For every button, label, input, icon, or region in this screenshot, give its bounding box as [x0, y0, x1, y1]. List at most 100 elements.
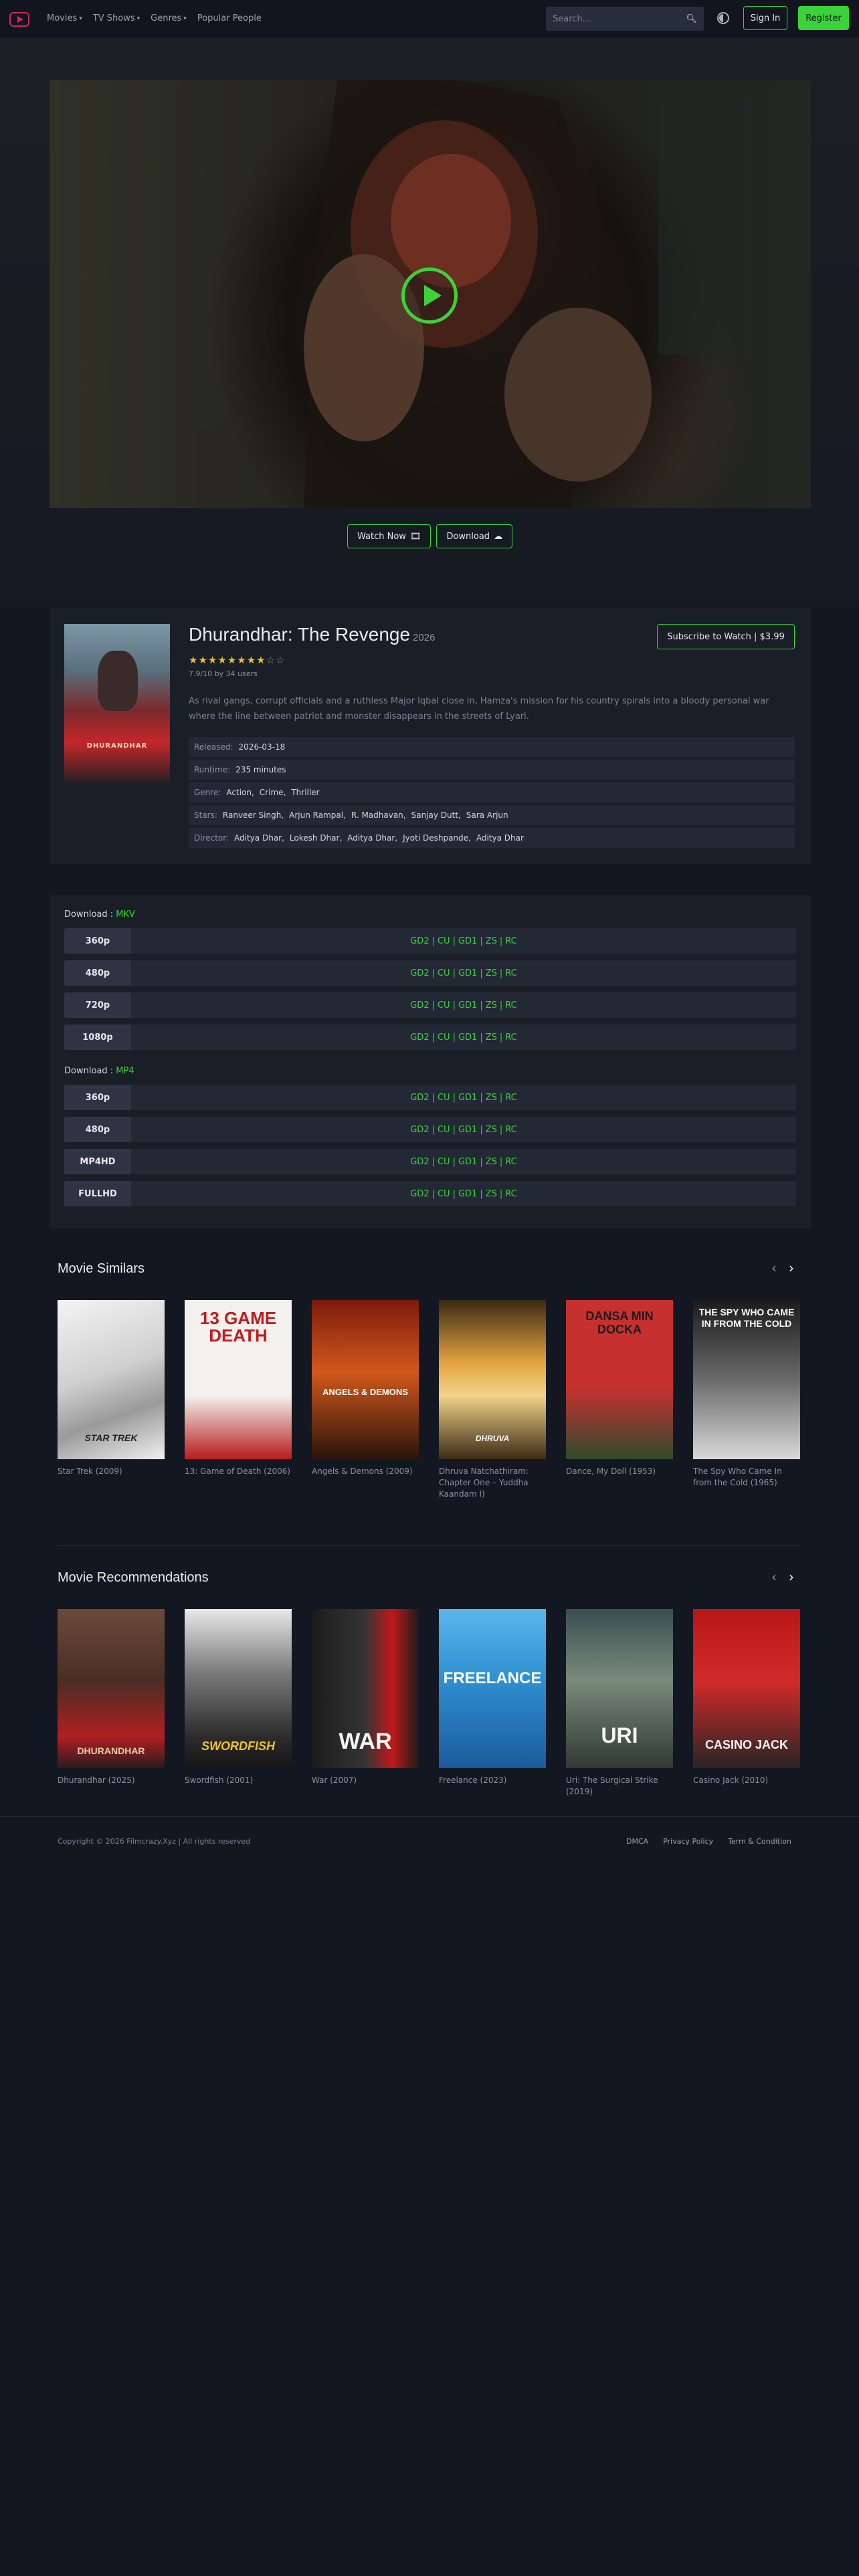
movie-card-poster[interactable]: 13 GAME DEATH	[185, 1300, 292, 1459]
movie-card-title[interactable]: Swordfish (2001)	[185, 1775, 292, 1786]
play-screen-icon[interactable]	[9, 12, 29, 27]
download-link-gd1[interactable]: GD1	[458, 968, 477, 978]
download-link-zs[interactable]: ZS	[486, 1125, 497, 1135]
play-icon[interactable]	[401, 267, 458, 324]
download-link-cu[interactable]: CU	[438, 968, 450, 978]
cast-link[interactable]: Sara Arjun	[466, 811, 508, 820]
download-link-rc[interactable]: RC	[505, 1093, 516, 1103]
director-link[interactable]: Lokesh Dhar,	[290, 833, 342, 843]
download-link-zs[interactable]: ZS	[486, 1000, 497, 1010]
movie-card-poster[interactable]: URI	[566, 1609, 673, 1768]
search-icon[interactable]: 🔍︎	[686, 14, 697, 24]
watch-now-button[interactable]: Watch Now 🎞︎	[347, 524, 432, 548]
download-link-gd2[interactable]: GD2	[410, 1000, 429, 1010]
download-link-zs[interactable]: ZS	[486, 1157, 497, 1167]
movie-card-poster[interactable]: CASINO JACK	[693, 1609, 800, 1768]
download-link-cu[interactable]: CU	[438, 1000, 450, 1010]
download-link-gd1[interactable]: GD1	[458, 1000, 477, 1010]
download-link-cu[interactable]: CU	[438, 1093, 450, 1103]
movie-card-title[interactable]: Uri: The Surgical Strike (2019)	[566, 1775, 673, 1798]
download-link-gd1[interactable]: GD1	[458, 1093, 477, 1103]
download-link-rc[interactable]: RC	[505, 1033, 516, 1043]
download-link-gd2[interactable]: GD2	[410, 1125, 429, 1135]
download-link-gd2[interactable]: GD2	[410, 968, 429, 978]
download-link-rc[interactable]: RC	[505, 1000, 516, 1010]
movie-card-poster[interactable]: THE SPY WHO CAME IN FROM THE COLD	[693, 1300, 800, 1459]
theme-toggle-icon[interactable]	[717, 12, 729, 24]
sign-in-button[interactable]: Sign In	[743, 6, 787, 30]
download-link-zs[interactable]: ZS	[486, 1093, 497, 1103]
download-link-gd1[interactable]: GD1	[458, 1189, 477, 1199]
download-link-gd1[interactable]: GD1	[458, 1125, 477, 1135]
video-player[interactable]	[50, 80, 811, 508]
movie-card[interactable]: SWORDFISH Swordfish (2001)	[185, 1609, 292, 1786]
movie-card-poster[interactable]: WAR	[312, 1609, 419, 1768]
menu-movies[interactable]: Movies ▾	[47, 13, 82, 23]
movie-card-poster[interactable]: STAR TREK	[58, 1300, 165, 1459]
movie-card[interactable]: ANGELS & DEMONS Angels & Demons (2009)	[312, 1300, 419, 1477]
movie-card[interactable]: 13 GAME DEATH 13: Game of Death (2006)	[185, 1300, 292, 1477]
download-link-zs[interactable]: ZS	[486, 968, 497, 978]
movie-card[interactable]: STAR TREK Star Trek (2009)	[58, 1300, 165, 1477]
movie-card-title[interactable]: Dhruva Natchathiram: Chapter One – Yuddh…	[439, 1466, 546, 1500]
download-link-gd1[interactable]: GD1	[458, 936, 477, 946]
download-link-zs[interactable]: ZS	[486, 1189, 497, 1199]
footer-link-dmca[interactable]: DMCA	[626, 1837, 648, 1846]
download-link-gd2[interactable]: GD2	[410, 936, 429, 946]
download-link-gd2[interactable]: GD2	[410, 1157, 429, 1167]
genre-link[interactable]: Crime,	[260, 788, 286, 797]
cast-link[interactable]: Arjun Rampal,	[289, 811, 346, 820]
download-link-zs[interactable]: ZS	[486, 936, 497, 946]
download-link-cu[interactable]: CU	[438, 1189, 450, 1199]
genre-link[interactable]: Action,	[226, 788, 254, 797]
director-link[interactable]: Aditya Dhar,	[347, 833, 397, 843]
movie-card-poster[interactable]: DHRUVA	[439, 1300, 546, 1459]
movie-card-title[interactable]: Casino Jack (2010)	[693, 1775, 800, 1786]
movie-card-title[interactable]: War (2007)	[312, 1775, 419, 1786]
movie-card[interactable]: DHURANDHAR Dhurandhar (2025)	[58, 1609, 165, 1786]
search-input[interactable]	[553, 13, 686, 24]
register-button[interactable]: Register	[798, 6, 849, 30]
movie-card-poster[interactable]: SWORDFISH	[185, 1609, 292, 1768]
movie-card[interactable]: WAR War (2007)	[312, 1609, 419, 1786]
carousel-prev-icon[interactable]: ‹	[767, 1261, 781, 1276]
download-link-rc[interactable]: RC	[505, 968, 516, 978]
menu-popular-people[interactable]: Popular People	[197, 13, 262, 23]
movie-card-title[interactable]: Dance, My Doll (1953)	[566, 1466, 673, 1477]
download-link-gd1[interactable]: GD1	[458, 1033, 477, 1043]
footer-link-privacy[interactable]: Privacy Policy	[663, 1837, 713, 1846]
download-link-gd1[interactable]: GD1	[458, 1157, 477, 1167]
director-link[interactable]: Aditya Dhar,	[234, 833, 284, 843]
movie-card-title[interactable]: Freelance (2023)	[439, 1775, 546, 1786]
movie-card-poster[interactable]: DHURANDHAR	[58, 1609, 165, 1768]
download-link-cu[interactable]: CU	[438, 1125, 450, 1135]
download-link-gd2[interactable]: GD2	[410, 1033, 429, 1043]
movie-card-poster[interactable]: FREELANCE	[439, 1609, 546, 1768]
download-link-cu[interactable]: CU	[438, 1157, 450, 1167]
movie-card-poster[interactable]: ANGELS & DEMONS	[312, 1300, 419, 1459]
director-link[interactable]: Aditya Dhar	[476, 833, 524, 843]
movie-card-title[interactable]: Angels & Demons (2009)	[312, 1466, 419, 1477]
download-link-gd2[interactable]: GD2	[410, 1093, 429, 1103]
carousel-prev-icon[interactable]: ‹	[767, 1570, 781, 1585]
cast-link[interactable]: R. Madhavan,	[351, 811, 406, 820]
footer-link-terms[interactable]: Term & Condition	[728, 1837, 791, 1846]
movie-card[interactable]: DANSA MIN DOCKA Dance, My Doll (1953)	[566, 1300, 673, 1477]
menu-tv-shows[interactable]: TV Shows ▾	[93, 13, 140, 23]
download-link-rc[interactable]: RC	[505, 1157, 516, 1167]
subscribe-button[interactable]: Subscribe to Watch | $3.99	[657, 624, 795, 649]
download-link-zs[interactable]: ZS	[486, 1033, 497, 1043]
download-button[interactable]: Download ☁	[436, 524, 513, 548]
movie-card-title[interactable]: 13: Game of Death (2006)	[185, 1466, 292, 1477]
carousel-next-icon[interactable]: ›	[784, 1261, 799, 1276]
cast-link[interactable]: Ranveer Singh,	[223, 811, 284, 820]
menu-genres[interactable]: Genres ▾	[151, 13, 187, 23]
movie-card-title[interactable]: Dhurandhar (2025)	[58, 1775, 165, 1786]
genre-link[interactable]: Thriller	[291, 788, 319, 797]
movie-card[interactable]: CASINO JACK Casino Jack (2010)	[693, 1609, 800, 1786]
movie-card[interactable]: URI Uri: The Surgical Strike (2019)	[566, 1609, 673, 1798]
cast-link[interactable]: Sanjay Dutt,	[411, 811, 461, 820]
movie-card-title[interactable]: The Spy Who Came In from the Cold (1965)	[693, 1466, 800, 1489]
director-link[interactable]: Jyoti Deshpande,	[403, 833, 471, 843]
carousel-next-icon[interactable]: ›	[784, 1570, 799, 1585]
